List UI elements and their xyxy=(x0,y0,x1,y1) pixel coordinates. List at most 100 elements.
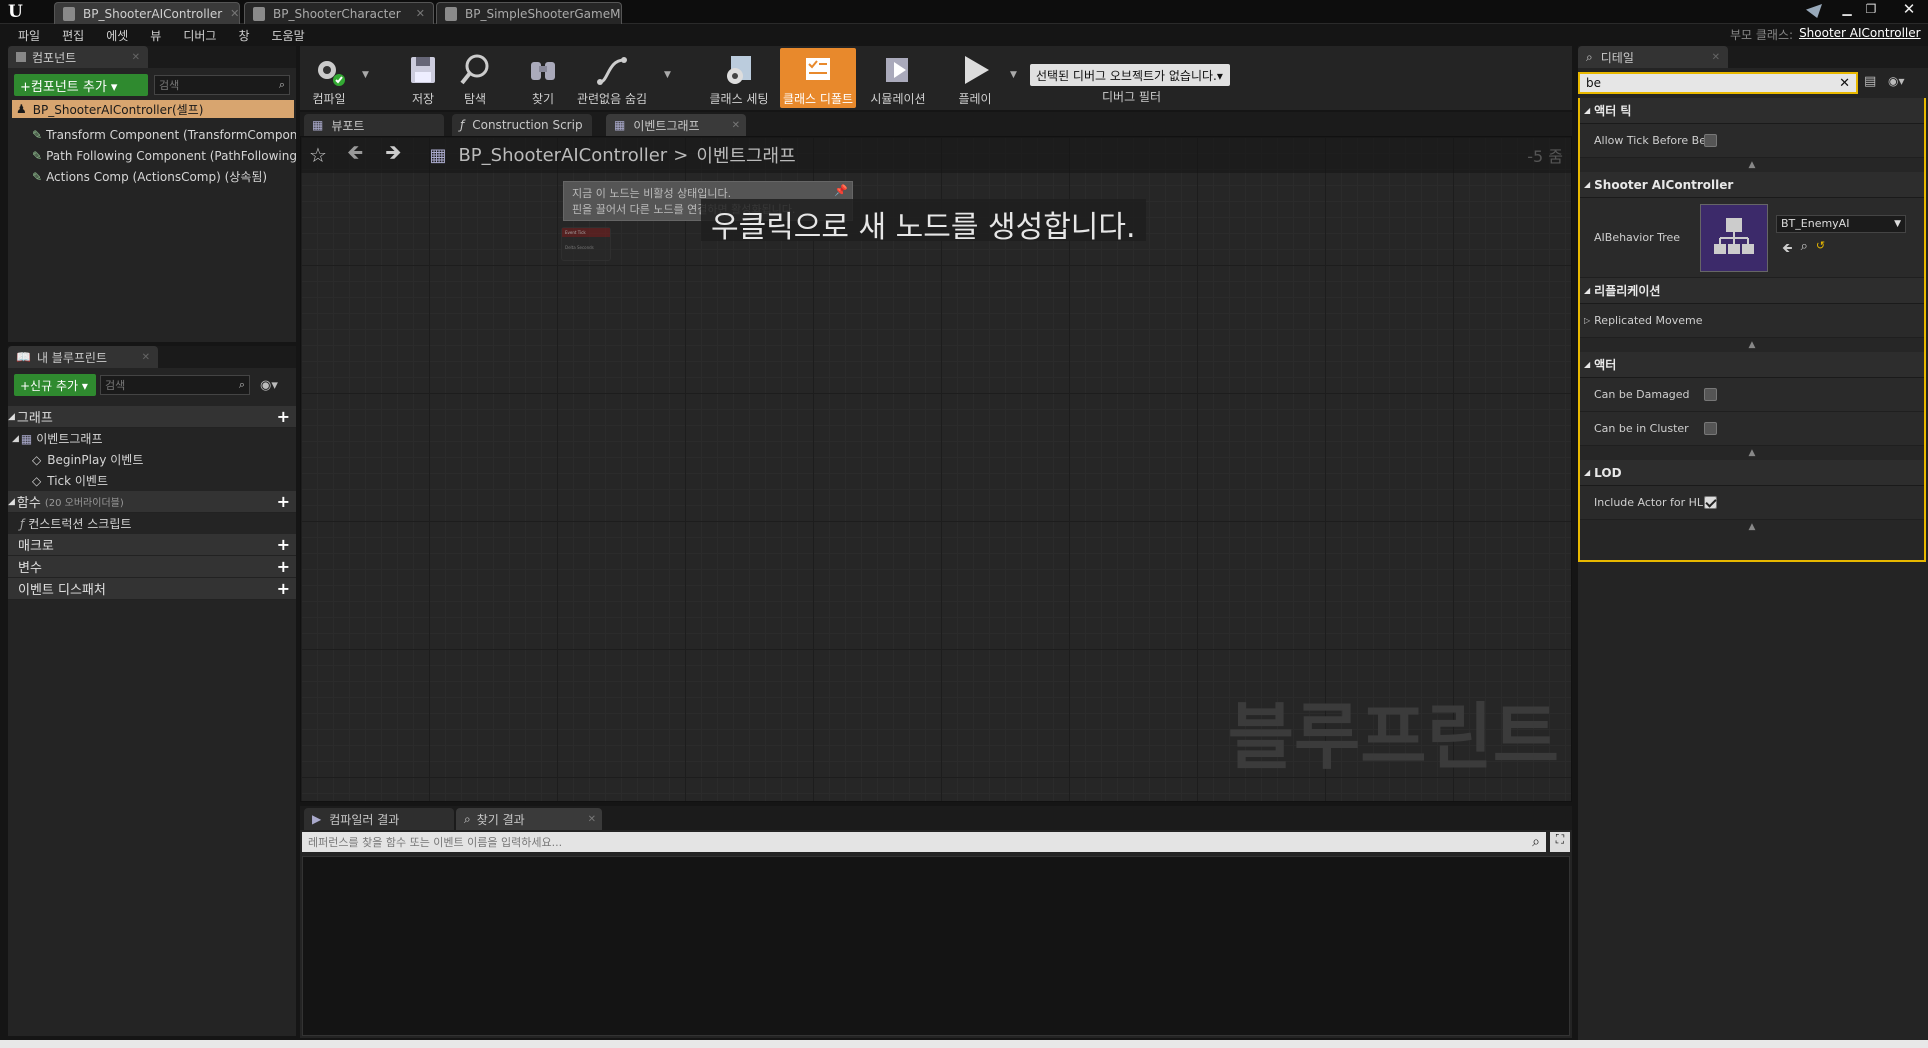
section-variables[interactable]: 변수 + xyxy=(8,556,296,578)
menu-debug[interactable]: 디버그 xyxy=(183,27,216,44)
reset-to-default-icon[interactable]: ↺ xyxy=(1816,239,1825,261)
search-icon[interactable]: ⌕ xyxy=(1532,834,1540,850)
add-function-button[interactable]: + xyxy=(277,492,290,511)
section-replication[interactable]: ◢ 리플리케이션 xyxy=(1580,278,1924,304)
add-dispatcher-button[interactable]: + xyxy=(277,579,290,598)
menu-window[interactable]: 창 xyxy=(238,27,249,44)
event-graph-item[interactable]: ◢ ▦ 이벤트그래프 xyxy=(8,428,296,449)
section-actor[interactable]: ◢ 액터 xyxy=(1580,352,1924,378)
add-new-button[interactable]: +신규 추가 ▾ xyxy=(14,374,96,396)
eye-icon[interactable]: ◉▾ xyxy=(260,378,278,393)
advanced-expand-icon[interactable]: ▲ xyxy=(1580,446,1924,460)
play-options-arrow[interactable]: ▼ xyxy=(1010,70,1017,80)
clear-search-icon[interactable]: ✕ xyxy=(1839,76,1850,91)
section-shooter-ai-controller[interactable]: ◢ Shooter AIController xyxy=(1580,172,1924,198)
my-blueprint-search-input[interactable]: 검색 ⌕ xyxy=(100,375,250,395)
add-variable-button[interactable]: + xyxy=(277,557,290,576)
debug-object-select[interactable]: 선택된 디버그 오브젝트가 없습니다.▾ xyxy=(1030,64,1230,86)
view-options-eye-icon[interactable]: ◉▾ xyxy=(1888,74,1905,88)
close-icon[interactable]: ✕ xyxy=(222,7,239,20)
can-be-in-cluster-checkbox[interactable] xyxy=(1704,422,1717,435)
find-button[interactable]: 찾기 xyxy=(514,48,572,108)
unreal-logo-icon[interactable]: U xyxy=(8,2,30,22)
add-graph-button[interactable]: + xyxy=(277,407,290,426)
tab-event-graph[interactable]: ▦ 이벤트그래프 ✕ xyxy=(606,114,746,136)
my-blueprint-tab[interactable]: 📖 내 블루프린트 ✕ xyxy=(8,346,158,368)
components-tab[interactable]: 컴포넌트 ✕ xyxy=(8,46,148,68)
simulation-button[interactable]: 시뮬레이션 xyxy=(866,48,930,108)
notification-icon[interactable] xyxy=(1806,4,1822,18)
play-button[interactable]: 플레이 xyxy=(946,48,1004,108)
components-search-input[interactable]: 검색 ⌕ xyxy=(154,75,290,95)
compile-button[interactable]: 컴파일 xyxy=(300,48,358,108)
event-item-tick[interactable]: ◇ Tick 이벤트 xyxy=(8,470,296,491)
view-options-grid-icon[interactable]: ▤ xyxy=(1864,74,1876,89)
tab-compiler-results[interactable]: ▶ 컴파일러 결과 xyxy=(304,808,454,830)
details-tab[interactable]: ⌕ 디테일 ✕ xyxy=(1578,46,1728,68)
add-component-button[interactable]: +컴포넌트 추가 ▾ xyxy=(14,74,148,96)
hide-unrelated-button[interactable]: 관련없음 숨김 xyxy=(572,48,652,108)
advanced-expand-icon[interactable]: ▲ xyxy=(1580,158,1924,172)
event-graph-canvas[interactable]: ☆ 🡸 🡺 ▦ BP_ShooterAIController > 이벤트그래프 … xyxy=(300,136,1572,802)
include-actor-checkbox[interactable] xyxy=(1704,496,1717,509)
tab-bp-simple-shooter-gamemode[interactable]: BP_SimpleShooterGameM xyxy=(436,2,622,24)
event-tick-node[interactable]: Event Tick Delta Seconds xyxy=(561,227,611,261)
behavior-tree-asset-select[interactable]: BT_EnemyAI ▼ xyxy=(1776,214,1906,233)
restore-button[interactable]: ❐ xyxy=(1862,2,1880,20)
back-arrow-icon[interactable]: 🡸 xyxy=(347,138,363,172)
section-functions[interactable]: ◢ 함수 (20 오버라이더블) + xyxy=(8,491,296,513)
event-item-beginplay[interactable]: ◇ BeginPlay 이벤트 xyxy=(8,449,296,470)
close-icon[interactable]: ✕ xyxy=(408,7,425,20)
section-lod[interactable]: ◢ LOD xyxy=(1580,460,1924,486)
tab-viewport[interactable]: ▦ 뷰포트 xyxy=(304,114,444,136)
component-item[interactable]: ✎ Actions Comp (ActionsComp) (상속됨) xyxy=(8,166,296,187)
allow-tick-checkbox[interactable] xyxy=(1704,134,1717,147)
favorite-star-icon[interactable]: ☆ xyxy=(309,143,327,167)
component-root[interactable]: ♟ BP_ShooterAIController(셀프) xyxy=(12,100,294,118)
pin-icon[interactable]: 📌 xyxy=(834,184,848,197)
section-event-dispatchers[interactable]: 이벤트 디스패처 + xyxy=(8,578,296,600)
menu-asset[interactable]: 에셋 xyxy=(106,27,128,44)
class-defaults-button[interactable]: 클래스 디폴트 xyxy=(780,48,856,108)
tab-construction-script[interactable]: ƒ Construction Scrip xyxy=(452,114,592,136)
close-icon[interactable]: ✕ xyxy=(1712,52,1720,63)
behavior-tree-thumbnail[interactable] xyxy=(1700,203,1768,272)
tab-find-results[interactable]: ⌕ 찾기 결과 ✕ xyxy=(456,808,602,830)
advanced-expand-icon[interactable]: ▲ xyxy=(1580,520,1924,534)
tab-bp-shooter-character[interactable]: BP_ShooterCharacter ✕ xyxy=(244,2,434,24)
component-item[interactable]: ✎ Transform Component (TransformComponer xyxy=(8,124,296,145)
close-window-button[interactable]: ✕ xyxy=(1898,0,1920,20)
browse-asset-icon[interactable]: ⌕ xyxy=(1801,239,1808,261)
menu-edit[interactable]: 편집 xyxy=(62,27,84,44)
section-macros[interactable]: 매크로 + xyxy=(8,534,296,556)
prop-replicated-movement[interactable]: ▷ Replicated Moveme xyxy=(1580,304,1924,338)
details-search-input[interactable]: be ✕ xyxy=(1578,72,1858,94)
menu-help[interactable]: 도움말 xyxy=(272,27,305,44)
compile-options-arrow[interactable]: ▼ xyxy=(362,70,369,80)
find-in-all-blueprints-button[interactable]: ⛶ xyxy=(1550,832,1570,852)
close-icon[interactable]: ✕ xyxy=(588,814,596,825)
use-selected-arrow-icon[interactable]: 🡸 xyxy=(1782,239,1793,261)
save-button[interactable]: 저장 xyxy=(394,48,452,108)
advanced-expand-icon[interactable]: ▲ xyxy=(1580,338,1924,352)
section-graphs[interactable]: ◢ 그래프 + xyxy=(8,406,296,428)
menu-file[interactable]: 파일 xyxy=(18,27,40,44)
parent-class-link[interactable]: Shooter AIController xyxy=(1799,26,1921,44)
add-macro-button[interactable]: + xyxy=(277,535,290,554)
construction-script-item[interactable]: ƒ 컨스트럭션 스크립트 xyxy=(8,513,296,534)
close-icon[interactable]: ✕ xyxy=(132,52,140,63)
breadcrumb-root[interactable]: BP_ShooterAIController xyxy=(458,145,667,166)
tab-bp-shooter-ai-controller[interactable]: BP_ShooterAIController ✕ xyxy=(54,2,240,24)
forward-arrow-icon[interactable]: 🡺 xyxy=(385,138,401,172)
close-icon[interactable]: ✕ xyxy=(142,352,150,363)
section-actor-tick[interactable]: ◢ 액터 틱 xyxy=(1580,98,1924,124)
class-settings-button[interactable]: 클래스 세팅 xyxy=(704,48,774,108)
menu-view[interactable]: 뷰 xyxy=(150,27,161,44)
minimize-button[interactable]: ▁ xyxy=(1838,2,1856,20)
component-item[interactable]: ✎ Path Following Component (PathFollowin… xyxy=(8,145,296,166)
hide-unrelated-options-arrow[interactable]: ▼ xyxy=(664,70,671,80)
close-icon[interactable]: ✕ xyxy=(732,120,740,131)
browse-button[interactable]: 탐색 xyxy=(446,48,504,108)
can-be-damaged-checkbox[interactable] xyxy=(1704,388,1717,401)
find-results-input[interactable]: 레퍼런스를 찾을 함수 또는 이벤트 이름을 입력하세요... ⌕ xyxy=(302,832,1546,852)
